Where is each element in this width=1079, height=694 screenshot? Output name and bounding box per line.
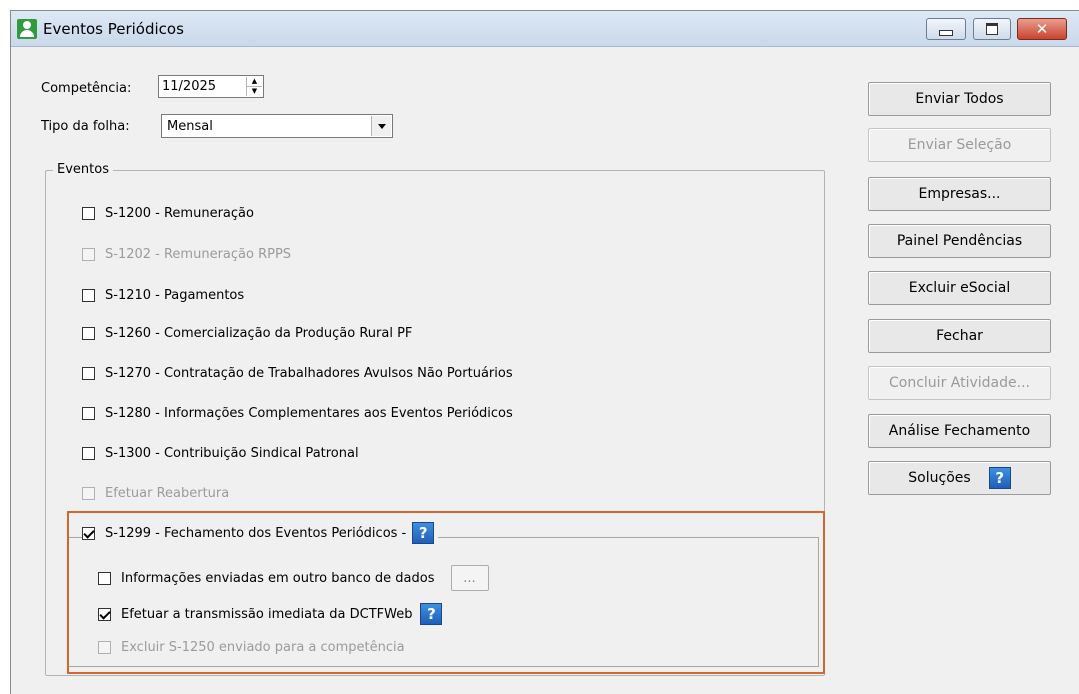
enviar-todos-button[interactable]: Enviar Todos — [868, 82, 1051, 116]
checkbox-label: Efetuar a transmissão imediata da DCTFWe… — [121, 606, 413, 622]
checkbox-s1202: S-1202 - Remuneração RPPS — [82, 247, 291, 262]
checkbox-s1260[interactable]: S-1260 - Comercialização da Produção Rur… — [82, 326, 412, 341]
checkbox-excluir-s1250: Excluir S-1250 enviado para a competênci… — [98, 640, 405, 655]
close-icon: ✕ — [1035, 19, 1049, 38]
concluir-atividade-button: Concluir Atividade... — [868, 366, 1051, 400]
user-icon — [17, 19, 37, 39]
solucoes-button[interactable]: Soluções ? — [868, 461, 1051, 495]
checkbox-s1270[interactable]: S-1270 - Contratação de Trabalhadores Av… — [82, 366, 513, 381]
help-icon[interactable]: ? — [420, 603, 443, 625]
competencia-spinner[interactable]: 11/2025 ▲ ▼ — [158, 75, 264, 98]
checkbox-box[interactable] — [82, 327, 95, 340]
checkbox-box[interactable] — [82, 447, 95, 460]
checkbox-dctfweb[interactable]: Efetuar a transmissão imediata da DCTFWe… — [98, 603, 443, 625]
checkbox-label: S-1260 - Comercialização da Produção Rur… — [105, 326, 413, 341]
chevron-down-icon — [377, 123, 386, 129]
tipo-folha-label: Tipo da folha: — [41, 119, 130, 134]
minimize-button[interactable] — [926, 18, 966, 40]
checkbox-s1280[interactable]: S-1280 - Informações Complementares aos … — [82, 406, 513, 421]
checkbox-box — [82, 248, 95, 261]
empresas-button[interactable]: Empresas... — [868, 177, 1051, 211]
window-title: Eventos Periódicos — [43, 20, 184, 38]
fechar-button[interactable]: Fechar — [868, 319, 1051, 353]
checkbox-box[interactable] — [82, 407, 95, 420]
title-bar[interactable]: Eventos Periódicos ✕ — [11, 11, 1079, 47]
checkbox-label: S-1299 - Fechamento dos Eventos Periódic… — [105, 525, 407, 541]
competencia-label: Competência: — [41, 81, 132, 96]
help-icon[interactable]: ? — [412, 522, 435, 544]
eventos-legend: Eventos — [53, 162, 113, 177]
checkbox-s1210[interactable]: S-1210 - Pagamentos — [82, 288, 244, 303]
checkbox-label: Efetuar Reabertura — [105, 486, 230, 501]
checkbox-reabertura: Efetuar Reabertura — [82, 486, 229, 501]
checkbox-label: Excluir S-1250 enviado para a competênci… — [121, 640, 405, 655]
dropdown-button[interactable] — [371, 116, 391, 136]
close-button[interactable]: ✕ — [1017, 18, 1067, 40]
painel-pendencias-button[interactable]: Painel Pendências — [868, 224, 1051, 258]
analise-fechamento-button[interactable]: Análise Fechamento — [868, 414, 1051, 448]
browse-button[interactable]: ... — [450, 565, 489, 591]
spin-down-icon[interactable]: ▼ — [247, 87, 262, 96]
maximize-button[interactable] — [973, 18, 1011, 40]
checkbox-s1299[interactable]: S-1299 - Fechamento dos Eventos Periódic… — [82, 522, 439, 544]
tipo-folha-select[interactable]: Mensal — [161, 114, 393, 138]
tipo-folha-value: Mensal — [167, 119, 213, 134]
checkbox-label: Informações enviadas em outro banco de d… — [121, 570, 435, 586]
checkbox-box[interactable] — [82, 207, 95, 220]
spin-up-icon[interactable]: ▲ — [247, 77, 262, 87]
checkbox-outro-banco[interactable]: Informações enviadas em outro banco de d… — [98, 565, 489, 591]
checkbox-label: S-1210 - Pagamentos — [105, 288, 245, 303]
checkbox-box[interactable] — [98, 571, 111, 585]
help-icon: ? — [988, 467, 1011, 489]
checkbox-s1300[interactable]: S-1300 - Contribuição Sindical Patronal — [82, 446, 359, 461]
enviar-selecao-button: Enviar Seleção — [868, 128, 1051, 162]
checkbox-box[interactable] — [82, 367, 95, 380]
competencia-value[interactable]: 11/2025 — [162, 79, 216, 94]
checkbox-label: S-1270 - Contratação de Trabalhadores Av… — [105, 366, 513, 381]
checkbox-box[interactable] — [82, 526, 95, 540]
checkbox-label: S-1202 - Remuneração RPPS — [105, 247, 292, 262]
checkbox-box[interactable] — [82, 289, 95, 302]
checkbox-box — [98, 641, 111, 654]
checkbox-box — [82, 487, 95, 500]
minimize-icon — [939, 30, 953, 36]
solucoes-label: Soluções — [908, 470, 971, 486]
checkbox-label: S-1300 - Contribuição Sindical Patronal — [105, 446, 359, 461]
excluir-esocial-button[interactable]: Excluir eSocial — [868, 271, 1051, 305]
checkbox-label: S-1280 - Informações Complementares aos … — [105, 406, 513, 421]
checkbox-box[interactable] — [98, 607, 111, 621]
spinner-arrows[interactable]: ▲ ▼ — [246, 77, 262, 96]
maximize-icon — [986, 23, 998, 35]
checkbox-s1200[interactable]: S-1200 - Remuneração — [82, 206, 254, 221]
checkbox-label: S-1200 - Remuneração — [105, 206, 254, 221]
